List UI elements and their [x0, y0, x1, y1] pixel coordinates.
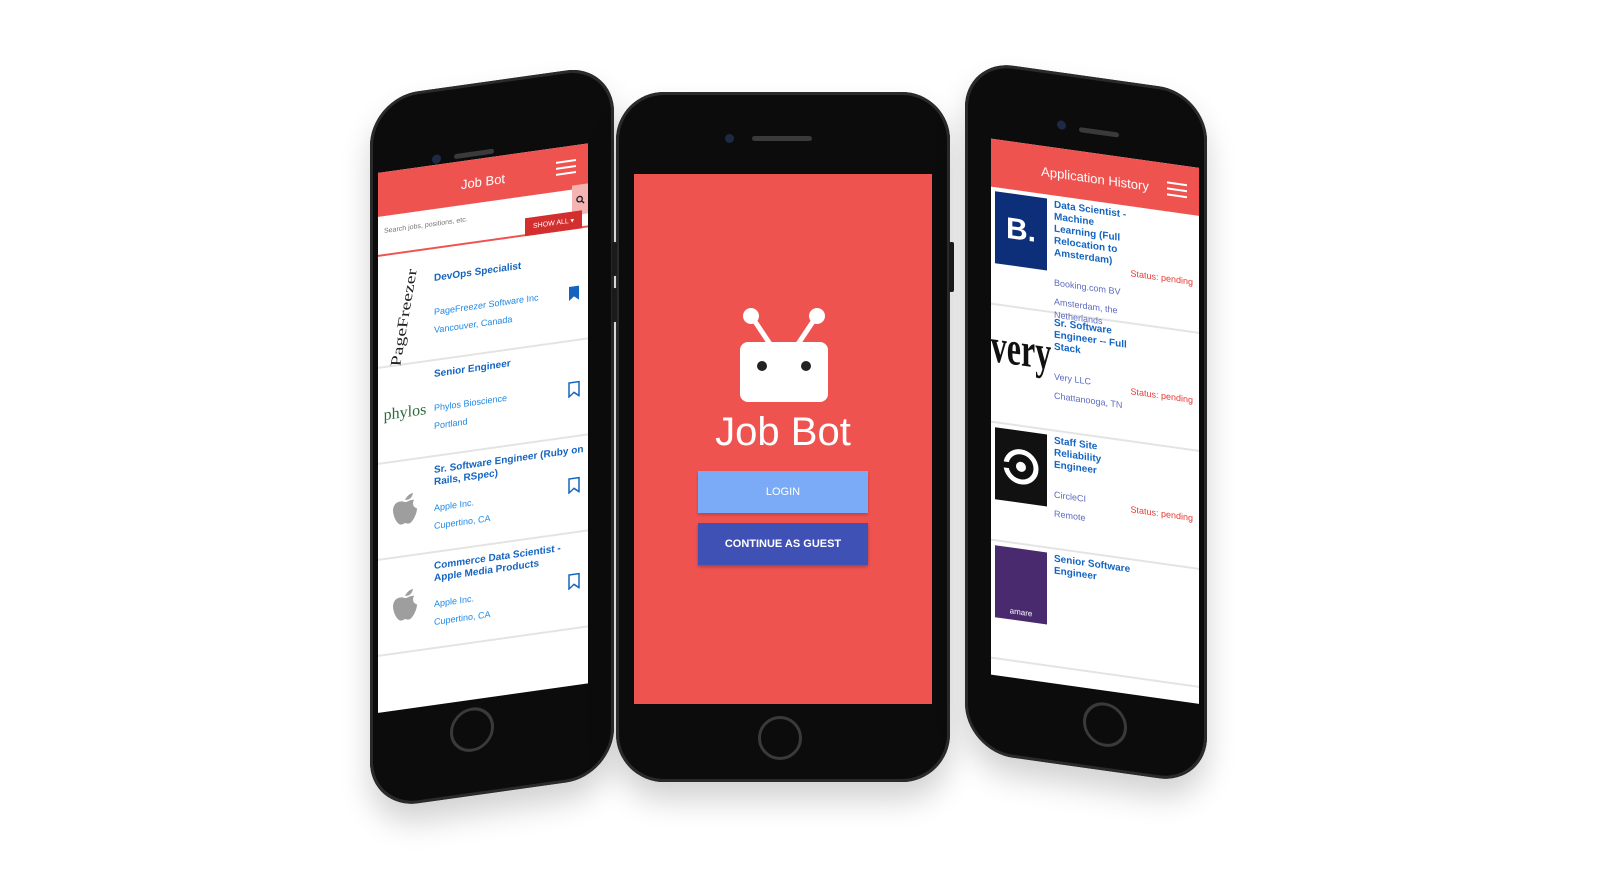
company-logo: amare: [995, 545, 1047, 625]
search-icon: [575, 195, 585, 204]
bookmark-icon[interactable]: [568, 572, 580, 591]
left-phone: Job Bot SHOW ALL ▾ PageFreezer DevOps Sp…: [370, 63, 614, 811]
home-button[interactable]: [450, 704, 494, 755]
application-history-screen: Application History B. Data Scientist - …: [991, 138, 1199, 704]
application-title[interactable]: Staff Site Reliability Engineer: [1054, 435, 1104, 478]
circleci-icon: [995, 427, 1047, 507]
menu-icon[interactable]: [1167, 177, 1187, 202]
apple-icon: [380, 562, 430, 649]
company-logo: very: [991, 316, 1052, 380]
application-title[interactable]: Senior Software Engineer: [1054, 553, 1136, 589]
power-button: [949, 242, 954, 292]
application-title[interactable]: Data Scientist - Machine Learning (Full …: [1054, 199, 1136, 271]
company-logo: phylos: [383, 401, 427, 425]
login-button[interactable]: LOGIN: [698, 471, 868, 513]
bookmark-icon[interactable]: [568, 476, 580, 495]
bookmark-icon[interactable]: [568, 380, 580, 399]
front-camera: [725, 134, 734, 143]
company-logo: B.: [995, 191, 1047, 271]
home-button[interactable]: [1083, 699, 1127, 750]
speaker-grille: [752, 136, 812, 141]
bookmark-filled-icon[interactable]: [568, 284, 580, 302]
continue-as-guest-button[interactable]: CONTINUE AS GUEST: [698, 523, 868, 565]
login-screen: Job Bot LOGIN CONTINUE AS GUEST: [634, 174, 932, 704]
apple-icon: [380, 466, 430, 553]
home-button[interactable]: [758, 716, 802, 760]
application-title[interactable]: Sr. Software Engineer -- Full Stack: [1054, 317, 1136, 365]
job-search-screen: Job Bot SHOW ALL ▾ PageFreezer DevOps Sp…: [378, 143, 588, 713]
menu-icon[interactable]: [556, 155, 576, 180]
center-phone: Job Bot LOGIN CONTINUE AS GUEST: [612, 92, 954, 782]
speaker-grille: [1079, 127, 1119, 138]
front-camera: [432, 154, 441, 165]
application-location: Remote: [1054, 508, 1086, 523]
volume-button: [612, 242, 617, 276]
company-logo: PageFreezer: [388, 268, 421, 366]
app-title: Job Bot: [715, 410, 851, 454]
front-camera: [1057, 119, 1066, 131]
volume-button: [612, 288, 617, 322]
robot-logo-icon: [740, 308, 828, 402]
right-phone: Application History B. Data Scientist - …: [965, 58, 1207, 785]
